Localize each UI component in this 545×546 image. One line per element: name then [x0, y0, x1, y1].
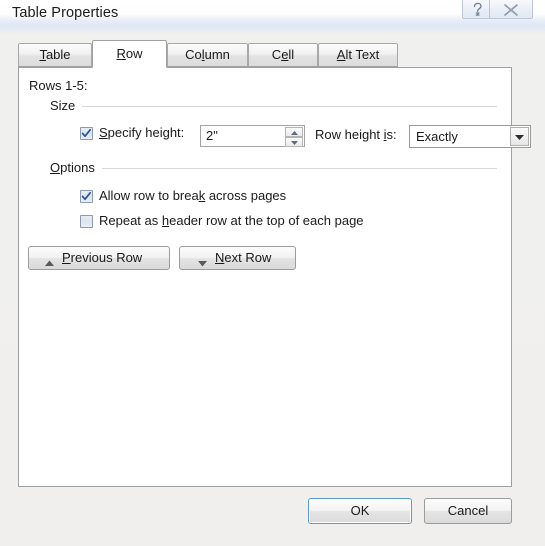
previous-row-button[interactable]: Previous Row [28, 246, 170, 270]
next-row-button[interactable]: Next Row [179, 246, 296, 270]
spinner-up-arrow-icon [290, 131, 298, 135]
row-height-is-label: Row height is: [315, 127, 397, 142]
tab-row-accel: R [116, 46, 126, 61]
tab-panel-row: Rows 1-5: Size Specify height: 2" Row he… [18, 67, 531, 487]
tab-alt-text[interactable]: Alt Text [318, 43, 398, 67]
tab-column-label-b: umn [204, 47, 230, 62]
height-spin-input[interactable]: 2" [200, 125, 305, 147]
dialog-title: Table Properties [12, 5, 119, 21]
close-button[interactable] [489, 0, 533, 19]
specify-height-checkbox[interactable] [80, 127, 93, 140]
dialog-titlebar: Table Properties [0, 0, 545, 33]
specify-height-accel: S [99, 125, 108, 140]
allow-break-label-b: across pages [205, 188, 287, 203]
height-value: 2" [206, 128, 218, 143]
options-group-legend: Options [50, 160, 102, 175]
arrow-down-icon [197, 255, 208, 270]
row-height-is-label-a: Row height [315, 127, 384, 142]
allow-break-checkbox[interactable] [80, 190, 93, 203]
row-height-is-label-b: s: [386, 127, 397, 142]
allow-break-label-a: Allow row to brea [99, 188, 199, 203]
help-question-icon [473, 2, 482, 16]
tab-column[interactable]: Column [167, 43, 248, 67]
next-row-label-rest: ext Row [224, 250, 272, 265]
tab-table-label: able [45, 47, 71, 62]
repeat-header-checkbox[interactable] [80, 215, 93, 228]
tab-strip: Table Row Column Cell Alt Text [18, 40, 512, 68]
tab-table[interactable]: Table [18, 43, 92, 67]
tab-cell-label-a: C [271, 47, 282, 62]
tab-row[interactable]: Row [92, 40, 167, 68]
ok-button[interactable]: OK [308, 498, 412, 524]
spinner-down-arrow-icon [290, 141, 298, 145]
chevron-down-icon [515, 135, 524, 140]
tab-cell[interactable]: Cell [248, 43, 318, 67]
next-row-accel: N [215, 250, 225, 265]
previous-row-label-rest: revious Row [70, 250, 143, 265]
specify-height-label: Specify height: [99, 125, 184, 140]
options-group-rule [50, 168, 497, 169]
tab-alt-text-label: lt Text [345, 47, 380, 62]
row-height-is-value: Exactly [416, 129, 458, 144]
checkmark-icon [81, 128, 92, 138]
spinner-down-button[interactable] [285, 137, 303, 147]
size-group-legend: Size [50, 98, 83, 113]
options-group-accel: O [50, 160, 61, 175]
arrow-up-icon [44, 255, 55, 270]
row-height-is-dropdown-button[interactable] [510, 127, 529, 146]
size-group-rule [50, 106, 497, 107]
tab-row-label: ow [125, 46, 143, 61]
specify-height-label-rest: pecify height: [107, 125, 185, 140]
spinner-up-button[interactable] [285, 127, 303, 137]
allow-break-label: Allow row to break across pages [99, 188, 286, 203]
previous-row-label: Previous Row [62, 250, 142, 265]
cancel-button[interactable]: Cancel [424, 498, 512, 524]
row-height-is-select[interactable]: Exactly [409, 125, 531, 148]
previous-row-accel: P [62, 250, 71, 265]
tab-cell-label-b: ll [288, 47, 295, 62]
repeat-header-label-a: Repeat as [99, 213, 162, 228]
repeat-header-label: Repeat as header row at the top of each … [99, 213, 364, 228]
next-row-label: Next Row [215, 250, 271, 265]
height-spinner [285, 127, 303, 147]
tab-column-label-a: Co [185, 47, 202, 62]
repeat-header-label-b: eader row at the top of each page [169, 213, 364, 228]
rows-range-label: Rows 1-5: [29, 78, 88, 93]
checkmark-icon [81, 191, 92, 201]
close-x-icon [504, 4, 518, 16]
table-properties-dialog: Table Properties Table Row Column Cell A… [0, 0, 545, 546]
options-group-legend-rest: ptions [60, 160, 95, 175]
